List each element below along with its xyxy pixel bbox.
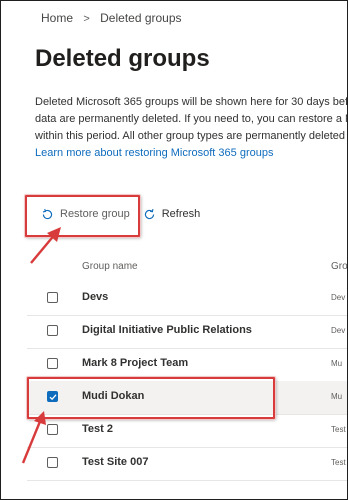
page-title: Deleted groups bbox=[35, 45, 210, 72]
column-header-group-type[interactable]: Gro bbox=[331, 261, 347, 272]
row-checkbox[interactable] bbox=[47, 424, 58, 435]
refresh-icon bbox=[144, 208, 154, 219]
row-checkbox-checked[interactable] bbox=[47, 391, 58, 402]
annotation-arrow-icon bbox=[30, 227, 61, 264]
checkmark-icon bbox=[49, 394, 57, 401]
refresh-button[interactable]: Refresh bbox=[143, 208, 201, 221]
refresh-label: Refresh bbox=[161, 208, 201, 220]
group-type: Mu bbox=[331, 392, 343, 401]
breadcrumb: Home > Deleted groups bbox=[41, 11, 182, 25]
restore-group-button[interactable]: Restore group bbox=[41, 208, 130, 221]
table-row[interactable]: Test Site 007 Test bbox=[27, 447, 347, 481]
table-row[interactable]: Mark 8 Project Team Mu bbox=[27, 348, 347, 382]
table-row-selected[interactable]: Mudi Dokan Mu bbox=[27, 381, 347, 415]
group-name: Test Site 007 bbox=[82, 456, 149, 468]
description-line-2: data are permanently deleted. If you nee… bbox=[35, 113, 348, 125]
group-type: Test bbox=[331, 425, 346, 434]
group-type: Mu bbox=[331, 359, 343, 368]
column-header-group-name[interactable]: Group name bbox=[82, 261, 138, 272]
screenshot-frame: Home > Deleted groups Deleted groups Del… bbox=[0, 0, 348, 500]
group-type: Test bbox=[331, 458, 346, 467]
group-name: Test 2 bbox=[82, 423, 113, 435]
group-name: Mudi Dokan bbox=[82, 390, 145, 402]
breadcrumb-current: Deleted groups bbox=[100, 11, 182, 25]
table-row[interactable]: Devs Dev bbox=[27, 282, 347, 316]
description-line-3: within this period. All other group type… bbox=[35, 130, 346, 142]
group-name: Mark 8 Project Team bbox=[82, 357, 189, 369]
table-row[interactable]: Digital Initiative Public Relations Dev bbox=[27, 315, 347, 349]
row-checkbox[interactable] bbox=[47, 325, 58, 336]
group-name: Devs bbox=[82, 291, 109, 303]
restore-icon bbox=[42, 208, 53, 219]
table-row[interactable]: Test 2 Test bbox=[27, 414, 347, 448]
learn-more-link[interactable]: Learn more about restoring Microsoft 365… bbox=[35, 147, 273, 159]
breadcrumb-separator-icon: > bbox=[83, 13, 90, 25]
breadcrumb-home-link[interactable]: Home bbox=[41, 11, 73, 25]
row-checkbox[interactable] bbox=[47, 358, 58, 369]
command-bar: Restore group Refresh bbox=[41, 205, 200, 223]
page-description: Deleted Microsoft 365 groups will be sho… bbox=[35, 94, 348, 145]
group-type: Dev bbox=[331, 326, 346, 335]
restore-group-label: Restore group bbox=[60, 208, 130, 220]
group-type: Dev bbox=[331, 293, 346, 302]
group-name: Digital Initiative Public Relations bbox=[82, 324, 252, 336]
row-checkbox[interactable] bbox=[47, 292, 58, 303]
description-line-1: Deleted Microsoft 365 groups will be sho… bbox=[35, 96, 348, 108]
row-checkbox[interactable] bbox=[47, 457, 58, 468]
